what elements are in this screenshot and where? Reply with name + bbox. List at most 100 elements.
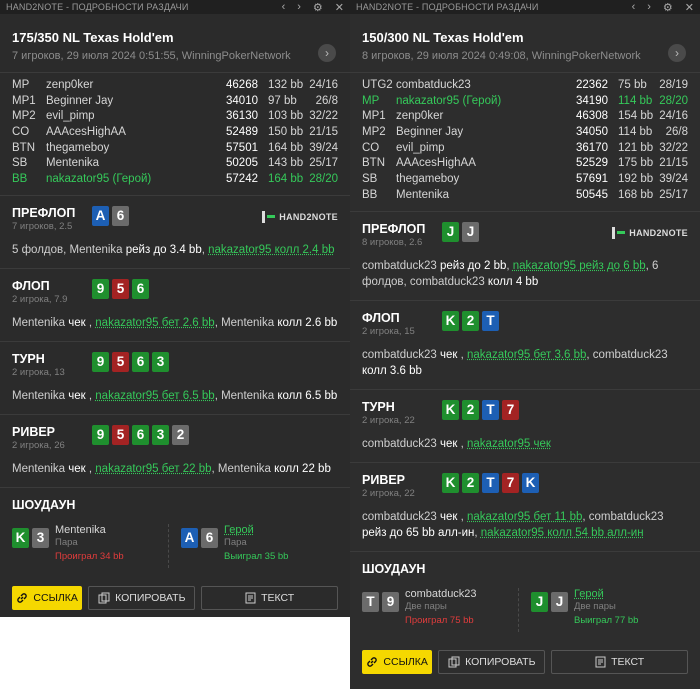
street-name: ФЛОП	[12, 278, 50, 293]
player-name[interactable]: Beginner Jay	[46, 95, 214, 107]
hero-action-link[interactable]: nakazator95 колл 2.4 bb	[208, 244, 334, 256]
player-position: CO	[12, 125, 30, 138]
copy-button[interactable]: КОПИРОВАТЬ	[88, 585, 196, 610]
chevron-right-icon[interactable]: ›	[318, 44, 336, 62]
player-name[interactable]: thegameboy	[396, 173, 564, 185]
street-title-block: РИВЕР 2 игрока, 26	[12, 425, 92, 451]
forward-arrow-icon[interactable]: ›	[647, 1, 651, 13]
player-row[interactable]: UTG2 combatduck23 22362 75 bb 28/19	[362, 77, 688, 93]
action-text: колл 6.5 bb	[277, 389, 338, 402]
player-position: BTN	[12, 141, 35, 154]
text-button[interactable]: ТЕКСТ	[551, 649, 688, 674]
player-name[interactable]: AAAcesHighAA	[46, 126, 214, 138]
game-info: 8 игроков, 29 июля 2024 0:49:08, Winning…	[362, 50, 641, 62]
hero-action-link[interactable]: nakazator95 рейз до 6 bb	[513, 260, 646, 272]
playing-card: K	[442, 310, 459, 331]
playing-card: 6	[132, 351, 149, 372]
hero-action-link[interactable]: nakazator95 бет 2.6 bb	[95, 317, 214, 329]
action-text: combatduck23	[362, 348, 440, 361]
showdown-player-name[interactable]: Герой	[224, 524, 288, 536]
close-icon[interactable]: ✕	[335, 1, 344, 14]
hero-action-link[interactable]: nakazator95 бет 22 bb	[95, 463, 211, 475]
player-row[interactable]: MP zenp0ker 46268 132 bb 24/16	[12, 77, 338, 93]
player-row[interactable]: BTN AAAcesHighAA 52529 175 bb 21/15	[362, 155, 688, 171]
hero-action-link[interactable]: nakazator95 бет 6.5 bb	[95, 390, 214, 402]
player-name[interactable]: Beginner Jay	[396, 126, 564, 138]
window-controls: ‹ › ⚙ ✕	[282, 0, 344, 14]
player-row[interactable]: MP2 Beginner Jay 34050 114 bb 26/8	[362, 124, 688, 140]
hero-action-link[interactable]: nakazator95 чек	[467, 438, 551, 450]
showdown-player-name[interactable]: combatduck23	[405, 588, 477, 600]
showdown-players: K 3 Mentenika Пара Проиграл 34 bb A 6 Герой Пара…	[12, 523, 338, 568]
player-row[interactable]: MP nakazator95 (Герой) 34190 114 bb 28/20	[362, 93, 688, 109]
player-position: UTG2	[362, 78, 393, 91]
player-row[interactable]: CO evil_pimp 36170 121 bb 32/22	[362, 140, 688, 156]
player-row[interactable]: BB nakazator95 (Герой) 57242 164 bb 28/20	[12, 171, 338, 187]
street-actions: Mentenika чек , nakazator95 бет 6.5 bb, …	[12, 388, 338, 404]
back-arrow-icon[interactable]: ‹	[282, 1, 286, 13]
close-icon[interactable]: ✕	[685, 1, 694, 14]
action-text: колл 2.6 bb	[277, 316, 338, 329]
player-stack: 36170	[576, 141, 608, 154]
street-header: РИВЕР 2 игрока, 22 K 2 T 7 K	[362, 472, 688, 499]
text-button[interactable]: ТЕКСТ	[201, 585, 338, 610]
hand-header: 175/350 NL Texas Hold'em 7 игроков, 29 и…	[0, 14, 350, 73]
gear-icon[interactable]: ⚙	[663, 1, 673, 14]
player-row[interactable]: MP2 evil_pimp 36130 103 bb 32/22	[12, 108, 338, 124]
player-name[interactable]: combatduck23	[396, 79, 564, 91]
action-text: , Mentenika	[211, 462, 275, 475]
player-name[interactable]: thegameboy	[46, 142, 214, 154]
player-stack: 57242	[226, 172, 258, 185]
player-position: MP2	[362, 125, 386, 138]
showdown-section: ШОУДАУН K 3 Mentenika Пара Проиграл 34 bb A 6 Г…	[0, 488, 350, 574]
playing-card: K	[442, 472, 459, 493]
player-stack: 22362	[576, 78, 608, 91]
showdown-hand-rank: Пара	[224, 536, 247, 548]
player-row[interactable]: CO AAAcesHighAA 52489 150 bb 21/15	[12, 124, 338, 140]
player-row[interactable]: SB thegameboy 57691 192 bb 39/24	[362, 171, 688, 187]
street-actions: Mentenika чек , nakazator95 бет 2.6 bb, …	[12, 315, 338, 331]
gear-icon[interactable]: ⚙	[313, 1, 323, 14]
player-row[interactable]: BTN thegameboy 57501 164 bb 39/24	[12, 140, 338, 156]
hero-action-link[interactable]: nakazator95 бет 11 bb	[467, 511, 582, 523]
showdown-cards: A6	[181, 527, 218, 562]
street-title-block: ПРЕФЛОП 8 игроков, 2.6	[362, 222, 442, 248]
showdown-player-name[interactable]: Герой	[574, 588, 638, 600]
copy-button[interactable]: КОПИРОВАТЬ	[438, 649, 546, 674]
player-stack-bb: 114 bb	[618, 125, 653, 138]
link-button[interactable]: ССЫЛКА	[12, 585, 83, 610]
player-name[interactable]: zenp0ker	[46, 79, 214, 91]
player-row[interactable]: MP1 Beginner Jay 34010 97 bb 26/8	[12, 93, 338, 109]
player-stack-bb: 132 bb	[268, 78, 304, 91]
hero-action-link[interactable]: nakazator95 бет 3.6 bb	[467, 349, 586, 361]
player-name[interactable]: nakazator95 (Герой)	[396, 95, 564, 107]
player-stack-bb: 150 bb	[268, 125, 304, 138]
showdown-player-name[interactable]: Mentenika	[55, 524, 124, 536]
logo-text: HAND2NOTE	[279, 211, 338, 222]
player-stats: 28/20	[659, 94, 688, 107]
player-name[interactable]: Mentenika	[46, 157, 214, 169]
player-name[interactable]: zenp0ker	[396, 110, 564, 122]
chevron-right-icon[interactable]: ›	[668, 44, 686, 62]
back-arrow-icon[interactable]: ‹	[632, 1, 636, 13]
street-actions: combatduck23 рейз до 2 bb, nakazator95 р…	[362, 258, 688, 290]
player-row[interactable]: SB Mentenika 50205 143 bb 25/17	[12, 155, 338, 171]
player-name[interactable]: evil_pimp	[46, 110, 214, 122]
street-header: ТУРН 2 игрока, 13 9 5 6 3	[12, 351, 338, 378]
player-name[interactable]: AAAcesHighAA	[396, 157, 564, 169]
hero-action-link[interactable]: nakazator95 колл 54 bb алл-ин	[481, 527, 644, 539]
player-name[interactable]: Mentenika	[396, 189, 564, 201]
player-name[interactable]: nakazator95 (Герой)	[46, 173, 214, 185]
link-button[interactable]: ССЫЛКА	[362, 649, 433, 674]
player-row[interactable]: MP1 zenp0ker 46308 154 bb 24/16	[362, 108, 688, 124]
street-players-pot: 2 игрока, 7.9	[12, 293, 68, 305]
player-row[interactable]: BB Mentenika 50545 168 bb 25/17	[362, 187, 688, 203]
player-stack: 57691	[576, 172, 608, 185]
street-players-pot: 2 игрока, 13	[12, 366, 65, 378]
player-name[interactable]: evil_pimp	[396, 142, 564, 154]
showdown-divider	[518, 587, 520, 632]
showdown-result: Выиграл 77 bb	[574, 614, 639, 626]
forward-arrow-icon[interactable]: ›	[297, 1, 301, 13]
player-stats: 24/16	[659, 110, 688, 123]
player-stack-bb: 154 bb	[618, 110, 654, 123]
